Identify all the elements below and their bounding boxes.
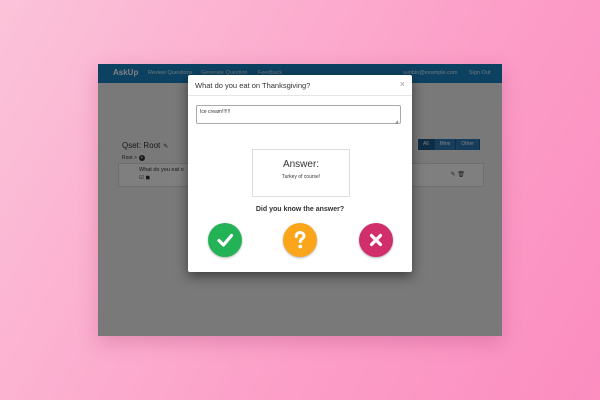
answer-box: Answer: Turkey of course!: [252, 149, 350, 197]
resize-grip-icon[interactable]: ◢: [395, 119, 398, 124]
answer-heading: Answer:: [282, 159, 320, 170]
knew-it-button[interactable]: [208, 223, 242, 257]
modal-backdrop[interactable]: What do you eat on Thanksgiving? × Ice c…: [98, 64, 502, 336]
answer-text: Turkey of course!: [281, 174, 321, 180]
check-icon: [217, 233, 234, 247]
answer-modal: What do you eat on Thanksgiving? × Ice c…: [188, 75, 412, 272]
modal-divider: [188, 95, 412, 96]
did-you-know-prompt: Did you know the answer?: [255, 206, 345, 213]
unsure-button[interactable]: [283, 223, 317, 257]
app-window: AskUp Review Questions Generate Question…: [98, 64, 502, 336]
didnt-know-button[interactable]: [359, 223, 393, 257]
close-icon[interactable]: ×: [400, 79, 405, 89]
question-icon: [294, 230, 306, 249]
answer-input[interactable]: Ice cream!!!!!!: [196, 105, 401, 124]
modal-title: What do you eat on Thanksgiving?: [195, 81, 311, 90]
x-icon: [369, 233, 383, 247]
